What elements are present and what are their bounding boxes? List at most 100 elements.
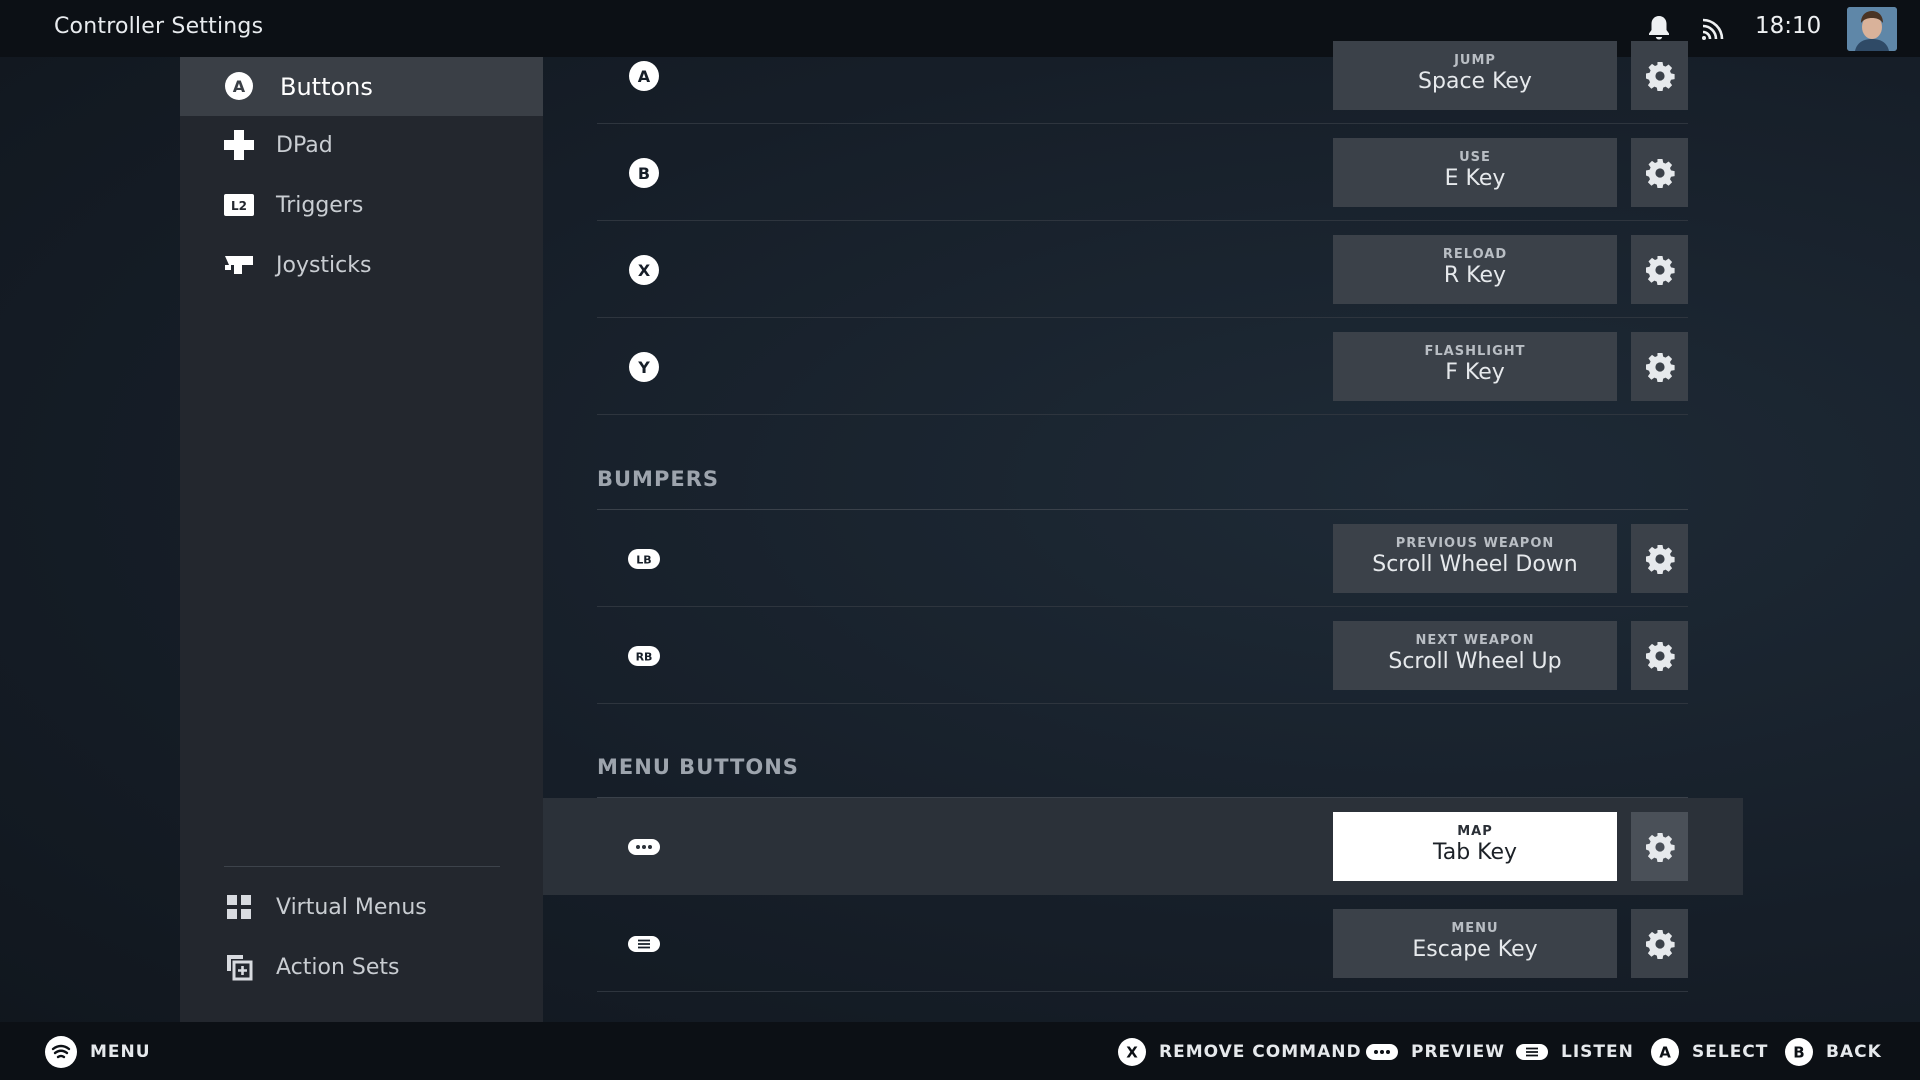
binding-settings-button[interactable]: [1631, 909, 1688, 978]
binding-row-y: Y FLASHLIGHT F Key: [597, 318, 1688, 415]
sidebar-item-action-sets[interactable]: Action Sets: [180, 938, 543, 997]
section-title-bumpers: BUMPERS: [597, 467, 719, 491]
binding-action-label: RELOAD: [1442, 247, 1508, 262]
binding-key-label: Escape Key: [1412, 937, 1538, 962]
footer-hint-label: BACK: [1826, 1042, 1882, 1062]
footer-menu-label: MENU: [90, 1042, 151, 1062]
sidebar-item-virtual-menus[interactable]: Virtual Menus: [180, 878, 543, 937]
view-button-icon: [628, 839, 660, 855]
a-button-icon: A: [1651, 1038, 1679, 1066]
binding-row-lb: LB PREVIOUS WEAPON Scroll Wheel Down: [597, 510, 1688, 607]
binding-row-a: A JUMP Space Key: [597, 27, 1688, 124]
svg-text:Y: Y: [637, 358, 650, 377]
svg-text:A: A: [233, 77, 246, 96]
footer-hint-remove-command[interactable]: X REMOVE COMMAND: [1117, 1037, 1362, 1067]
svg-text:A: A: [638, 67, 651, 86]
sidebar-item-label: DPad: [276, 133, 333, 158]
gear-icon: [1645, 255, 1675, 285]
footer-hint-label: REMOVE COMMAND: [1159, 1042, 1362, 1062]
dpad-icon: [224, 130, 254, 160]
binding-button-reload[interactable]: RELOAD R Key: [1333, 235, 1617, 304]
footer-hint-listen[interactable]: LISTEN: [1515, 1037, 1634, 1067]
grid-icon: [227, 895, 251, 919]
footer-hint-select[interactable]: A SELECT: [1650, 1037, 1768, 1067]
section-title-menu-buttons: MENU BUTTONS: [597, 755, 799, 779]
binding-action-label: USE: [1459, 150, 1491, 165]
sidebar-item-label: Joysticks: [276, 253, 372, 278]
binding-row-rb: RB NEXT WEAPON Scroll Wheel Up: [597, 607, 1688, 704]
binding-button-use[interactable]: USE E Key: [1333, 138, 1617, 207]
binding-button-flashlight[interactable]: FLASHLIGHT F Key: [1333, 332, 1617, 401]
binding-settings-button[interactable]: [1631, 621, 1688, 690]
svg-text:RB: RB: [636, 651, 653, 664]
clock: 18:10: [1755, 13, 1822, 39]
svg-text:X: X: [1126, 1044, 1138, 1062]
binding-settings-button[interactable]: [1631, 138, 1688, 207]
sidebar-item-label: Virtual Menus: [276, 895, 427, 920]
footer-hint-preview[interactable]: PREVIEW: [1365, 1037, 1505, 1067]
sidebar-item-triggers[interactable]: L2 Triggers: [180, 176, 543, 235]
binding-row-view: MAP Tab Key: [543, 798, 1743, 895]
a-button-icon: A: [225, 72, 253, 100]
binding-action-label: MAP: [1457, 824, 1493, 839]
binding-settings-button[interactable]: [1631, 332, 1688, 401]
steam-menu-icon: [45, 1036, 77, 1068]
binding-key-label: Space Key: [1418, 69, 1532, 94]
binding-row-b: B USE E Key: [597, 124, 1688, 221]
menu-button-icon: [628, 936, 660, 952]
binding-key-label: F Key: [1445, 360, 1505, 385]
gear-icon: [1645, 158, 1675, 188]
gear-icon: [1645, 544, 1675, 574]
binding-button-previous-weapon[interactable]: PREVIOUS WEAPON Scroll Wheel Down: [1333, 524, 1617, 593]
joystick-icon: [225, 256, 253, 274]
controller-settings-screen: Controller Settings 18:10 A Buttons DPad…: [0, 0, 1920, 1080]
binding-action-label: NEXT WEAPON: [1415, 633, 1535, 648]
y-button-icon: Y: [629, 352, 659, 382]
sidebar-item-label: Triggers: [276, 193, 364, 218]
binding-key-label: E Key: [1444, 166, 1506, 191]
binding-key-label: R Key: [1443, 263, 1507, 288]
b-button-icon: B: [1785, 1038, 1813, 1066]
binding-button-jump[interactable]: JUMP Space Key: [1333, 41, 1617, 110]
cast-signal-icon[interactable]: [1700, 16, 1726, 42]
binding-settings-button[interactable]: [1631, 235, 1688, 304]
b-button-icon: B: [629, 158, 659, 188]
gear-icon: [1645, 832, 1675, 862]
user-avatar[interactable]: [1847, 7, 1897, 51]
lb-bumper-icon: LB: [628, 549, 660, 569]
binding-key-label: Tab Key: [1432, 840, 1518, 865]
binding-action-label: JUMP: [1454, 53, 1496, 68]
sidebar-divider: [224, 866, 500, 867]
binding-button-menu[interactable]: MENU Escape Key: [1333, 909, 1617, 978]
binding-button-next-weapon[interactable]: NEXT WEAPON Scroll Wheel Up: [1333, 621, 1617, 690]
gear-icon: [1645, 352, 1675, 382]
svg-text:B: B: [638, 164, 650, 183]
binding-settings-button[interactable]: [1631, 812, 1688, 881]
binding-action-label: PREVIOUS WEAPON: [1395, 536, 1555, 551]
footer-hint-label: PREVIEW: [1411, 1042, 1506, 1062]
action-sets-icon: [227, 955, 253, 981]
sidebar-item-label: Buttons: [280, 72, 373, 101]
sidebar-item-joysticks[interactable]: Joysticks: [180, 236, 543, 295]
footer-hint-label: SELECT: [1692, 1042, 1769, 1062]
binding-action-label: FLASHLIGHT: [1424, 344, 1526, 359]
binding-key-label: Scroll Wheel Up: [1388, 649, 1562, 674]
binding-settings-button[interactable]: [1631, 41, 1688, 110]
binding-key-label: Scroll Wheel Down: [1372, 552, 1578, 577]
x-button-icon: X: [629, 255, 659, 285]
footer-menu-button[interactable]: MENU: [44, 1036, 151, 1068]
footer-hint-label: LISTEN: [1561, 1042, 1634, 1062]
sidebar: A Buttons DPad L2 Triggers Joysticks Vir…: [180, 57, 543, 1022]
view-button-icon: [1366, 1044, 1398, 1060]
footer-hint-back[interactable]: B BACK: [1784, 1037, 1882, 1067]
binding-button-map[interactable]: MAP Tab Key: [1333, 812, 1617, 881]
sidebar-item-buttons[interactable]: A Buttons: [180, 57, 543, 116]
binding-action-label: MENU: [1451, 921, 1499, 936]
svg-text:X: X: [638, 261, 651, 280]
footer-hint-bar: MENU X REMOVE COMMAND PREVIEW LISTEN A S…: [0, 1022, 1920, 1080]
gear-icon: [1645, 641, 1675, 671]
sidebar-item-dpad[interactable]: DPad: [180, 116, 543, 175]
svg-text:LB: LB: [636, 554, 651, 567]
sidebar-item-label: Action Sets: [276, 955, 400, 980]
binding-settings-button[interactable]: [1631, 524, 1688, 593]
